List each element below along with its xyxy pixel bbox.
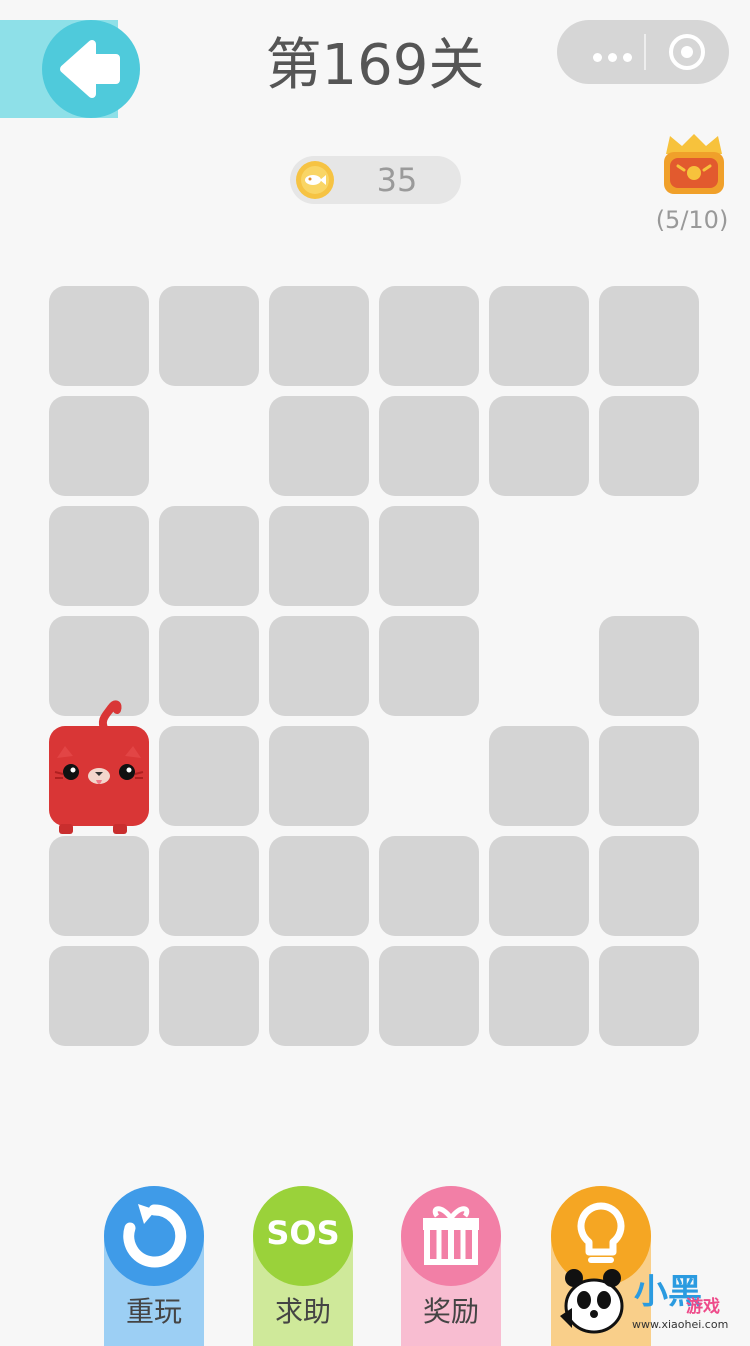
board-tile[interactable] — [269, 726, 369, 826]
chest-progress: (5/10) — [655, 206, 729, 234]
board-tile[interactable] — [599, 946, 699, 1046]
board-tile[interactable] — [49, 946, 149, 1046]
sos-disc: SOS — [253, 1186, 353, 1286]
watermark-url: www.xiaohei.com — [632, 1318, 729, 1331]
board-tile[interactable] — [489, 396, 589, 496]
board-tile[interactable] — [599, 396, 699, 496]
board-tile[interactable] — [159, 616, 259, 716]
board-tile[interactable] — [489, 726, 589, 826]
board-tile[interactable] — [159, 286, 259, 386]
reward-label: 奖励 — [422, 1295, 479, 1328]
board-tile[interactable] — [49, 396, 149, 496]
treasure-chest-icon[interactable] — [656, 128, 732, 204]
close-target-icon[interactable] — [669, 34, 705, 70]
game-board — [49, 286, 704, 1051]
board-tile[interactable] — [379, 396, 479, 496]
board-tile[interactable] — [159, 836, 259, 936]
board-tile[interactable] — [599, 836, 699, 936]
coin-counter: 35 — [290, 156, 461, 204]
back-button[interactable] — [42, 20, 140, 118]
board-tile[interactable] — [599, 726, 699, 826]
replay-disc — [104, 1186, 204, 1286]
board-tile[interactable] — [159, 506, 259, 606]
board-tile[interactable] — [599, 616, 699, 716]
board-tile[interactable] — [379, 616, 479, 716]
board-tile[interactable] — [269, 396, 369, 496]
reward-disc — [401, 1186, 501, 1286]
board-tile[interactable] — [159, 726, 259, 826]
replay-button[interactable]: 重玩 — [104, 1186, 204, 1346]
capsule-divider — [644, 34, 646, 70]
board-tile[interactable] — [159, 946, 259, 1046]
board-tile[interactable] — [49, 836, 149, 936]
board-tile[interactable] — [269, 506, 369, 606]
board-tile[interactable] — [49, 506, 149, 606]
board-tile[interactable] — [49, 286, 149, 386]
fish-coin-icon — [296, 161, 334, 199]
cat-tile[interactable] — [49, 700, 149, 834]
replay-label: 重玩 — [125, 1295, 182, 1328]
board-tile[interactable] — [489, 286, 589, 386]
replay-icon — [123, 1204, 187, 1268]
cat-icon — [54, 700, 144, 834]
board-tile[interactable] — [269, 286, 369, 386]
arrow-left-icon — [60, 40, 120, 98]
sos-button[interactable]: SOS 求助 — [253, 1186, 353, 1346]
board-tile[interactable] — [269, 946, 369, 1046]
board-tile[interactable] — [269, 616, 369, 716]
board-tile[interactable] — [269, 836, 369, 936]
board-tile[interactable] — [379, 836, 479, 936]
more-icon[interactable] — [593, 47, 638, 66]
reward-button[interactable]: 奖励 — [401, 1186, 501, 1346]
sos-icon: SOS — [266, 1214, 340, 1252]
board-tile[interactable] — [599, 286, 699, 386]
board-tile[interactable] — [489, 946, 589, 1046]
sos-label: 求助 — [274, 1295, 331, 1328]
gift-icon — [423, 1206, 479, 1265]
watermark-text-sub: 游戏 — [686, 1297, 720, 1317]
panda-logo-icon — [560, 1269, 624, 1334]
mini-program-capsule — [557, 20, 729, 84]
board-tile[interactable] — [489, 836, 589, 936]
level-title: 第169关 — [265, 33, 485, 98]
coin-value: 35 — [376, 161, 418, 199]
board-tile[interactable] — [379, 286, 479, 386]
board-tile[interactable] — [379, 946, 479, 1046]
board-tile[interactable] — [379, 506, 479, 606]
